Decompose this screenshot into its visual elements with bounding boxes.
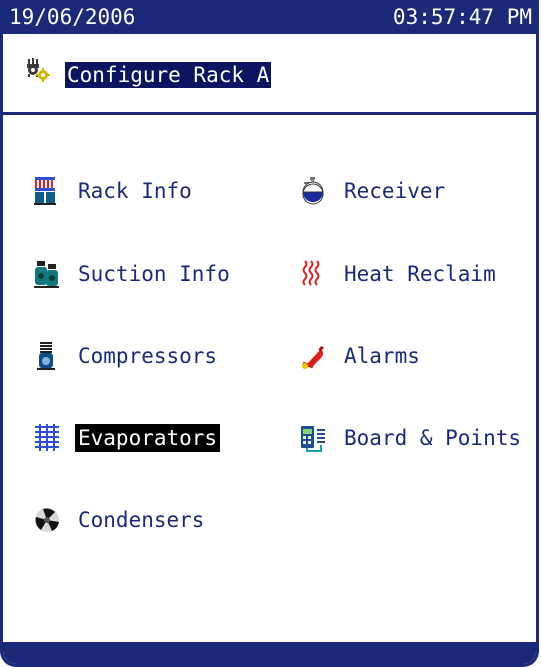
board-icon xyxy=(301,426,325,452)
menu-item-label: Board & Points xyxy=(344,426,522,450)
rack-icon xyxy=(34,177,56,205)
menu-item-board-points[interactable]: Board & Points xyxy=(299,418,524,458)
menu-item-rack-info[interactable]: Rack Info xyxy=(33,171,195,211)
title-bar: Configure Rack A xyxy=(3,34,536,115)
bottom-bar xyxy=(3,642,536,664)
menu-item-label: Alarms xyxy=(344,344,420,368)
menu-item-label: Suction Info xyxy=(78,262,230,286)
menu-item-label: Receiver xyxy=(344,179,446,203)
screen-frame: 19/06/2006 03:57:47 PM Configure Rack A xyxy=(0,0,541,667)
receiver-icon xyxy=(302,177,324,205)
fan-icon xyxy=(35,508,59,532)
alarm-bell-icon xyxy=(302,345,324,369)
menu-item-label: Heat Reclaim xyxy=(344,262,496,286)
menu-item-suction-info[interactable]: Suction Info xyxy=(33,254,233,294)
gear-icon xyxy=(27,58,50,82)
menu-item-condensers[interactable]: Condensers xyxy=(33,500,207,540)
page-title: Configure Rack A xyxy=(65,62,272,88)
menu-item-compressors[interactable]: Compressors xyxy=(33,336,220,376)
evaporator-icon xyxy=(35,424,59,451)
menu-item-receiver[interactable]: Receiver xyxy=(299,171,448,211)
suction-icon xyxy=(34,261,59,288)
menu-item-label: Evaporators xyxy=(75,424,221,452)
menu-item-label: Condensers xyxy=(78,508,205,532)
compressor-icon xyxy=(37,342,55,370)
menu-item-label: Rack Info xyxy=(78,179,192,203)
status-bar: 19/06/2006 03:57:47 PM xyxy=(3,0,536,34)
date-display: 19/06/2006 xyxy=(9,5,136,29)
controller-display: 19/06/2006 03:57:47 PM Configure Rack A xyxy=(0,0,539,667)
menu-item-alarms[interactable]: Alarms xyxy=(299,336,423,376)
menu-item-label: Compressors xyxy=(78,344,218,368)
heat-coil-icon xyxy=(302,260,320,286)
time-display: 03:57:47 PM xyxy=(392,5,532,29)
menu-item-evaporators[interactable]: Evaporators xyxy=(33,418,221,458)
menu-item-heat-reclaim[interactable]: Heat Reclaim xyxy=(299,254,499,294)
